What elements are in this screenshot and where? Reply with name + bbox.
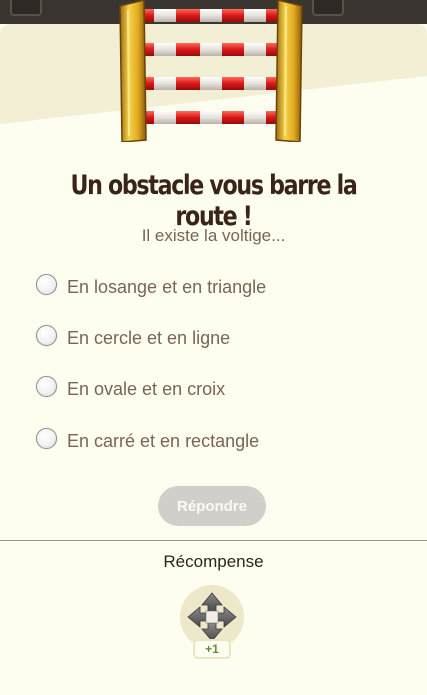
move-arrows-icon (187, 592, 237, 642)
reward-title: Récompense (163, 552, 264, 571)
decor-frame (312, 0, 344, 16)
decor-frame (10, 0, 42, 16)
answer-option-label: En carré et en rectangle (67, 430, 260, 451)
answer-button[interactable]: Répondre (158, 486, 266, 526)
answer-option-1[interactable]: En losange et en triangle (36, 273, 267, 300)
reward-amount-badge: +1 (193, 639, 231, 659)
divider (0, 540, 427, 541)
question-title: Un obstacle vous barre la route ! (70, 170, 357, 232)
answer-option-2[interactable]: En cercle et en ligne (36, 324, 231, 351)
obstacle-jump-icon (119, 0, 303, 142)
answer-option-label: En ovale et en croix (67, 378, 226, 399)
radio-button[interactable] (36, 324, 57, 346)
radio-button[interactable] (36, 375, 57, 397)
question-prompt: Il existe la voltige... (141, 226, 286, 245)
radio-button[interactable] (36, 273, 57, 295)
answer-option-4[interactable]: En carré et en rectangle (36, 427, 260, 454)
answer-option-label: En cercle et en ligne (67, 327, 231, 348)
answer-option-3[interactable]: En ovale et en croix (36, 375, 226, 402)
radio-button[interactable] (36, 427, 57, 449)
answer-option-label: En losange et en triangle (67, 276, 267, 297)
